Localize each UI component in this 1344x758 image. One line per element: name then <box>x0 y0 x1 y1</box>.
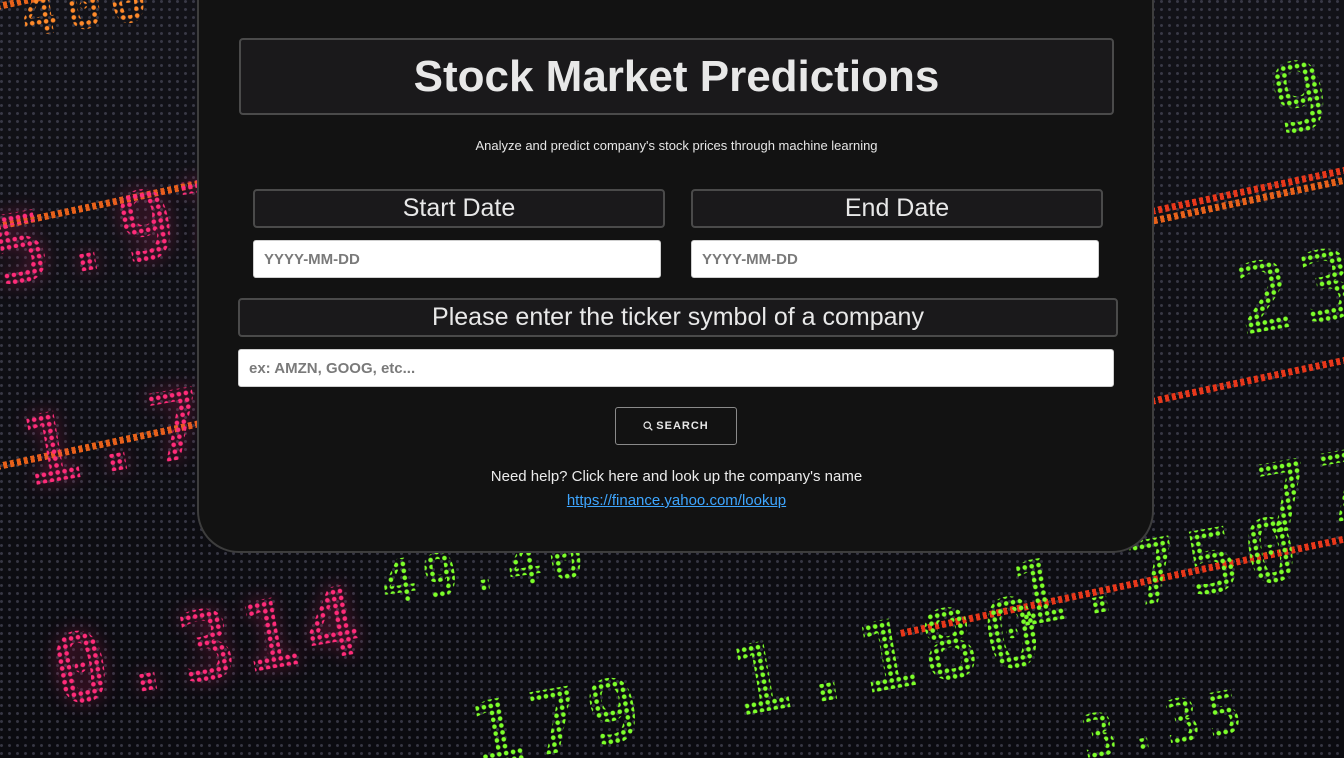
page-subtitle: Analyze and predict company's stock pric… <box>475 138 878 153</box>
yahoo-lookup-link[interactable]: https://finance.yahoo.com/lookup <box>567 492 786 509</box>
help-link-container: https://finance.yahoo.com/lookup <box>239 492 1114 509</box>
search-icon <box>643 421 654 431</box>
start-date-input[interactable] <box>253 240 661 278</box>
title-box: Stock Market Predictions <box>239 38 1114 115</box>
end-date-input[interactable] <box>691 240 1099 278</box>
help-text: Need help? Click here and look up the co… <box>490 468 863 485</box>
ticker-number: 9.9 <box>1262 14 1344 158</box>
search-button-label: SEARCH <box>656 420 709 432</box>
search-button[interactable]: SEARCH <box>615 407 737 445</box>
ticker-number: 1.180 <box>722 573 1057 739</box>
end-date-label: End Date <box>691 189 1103 228</box>
ticker-number: 400 <box>16 0 159 53</box>
ticker-number: 179 <box>462 655 654 758</box>
ticker-input[interactable] <box>238 349 1114 387</box>
page-title: Stock Market Predictions <box>413 51 940 101</box>
start-date-label: Start Date <box>253 189 665 228</box>
ticker-number: 3.35 <box>1075 676 1253 758</box>
ticker-number: 0.314 <box>42 563 377 729</box>
ticker-number: 233 <box>1227 214 1344 358</box>
ticker-label: Please enter the ticker symbol of a comp… <box>238 298 1118 337</box>
